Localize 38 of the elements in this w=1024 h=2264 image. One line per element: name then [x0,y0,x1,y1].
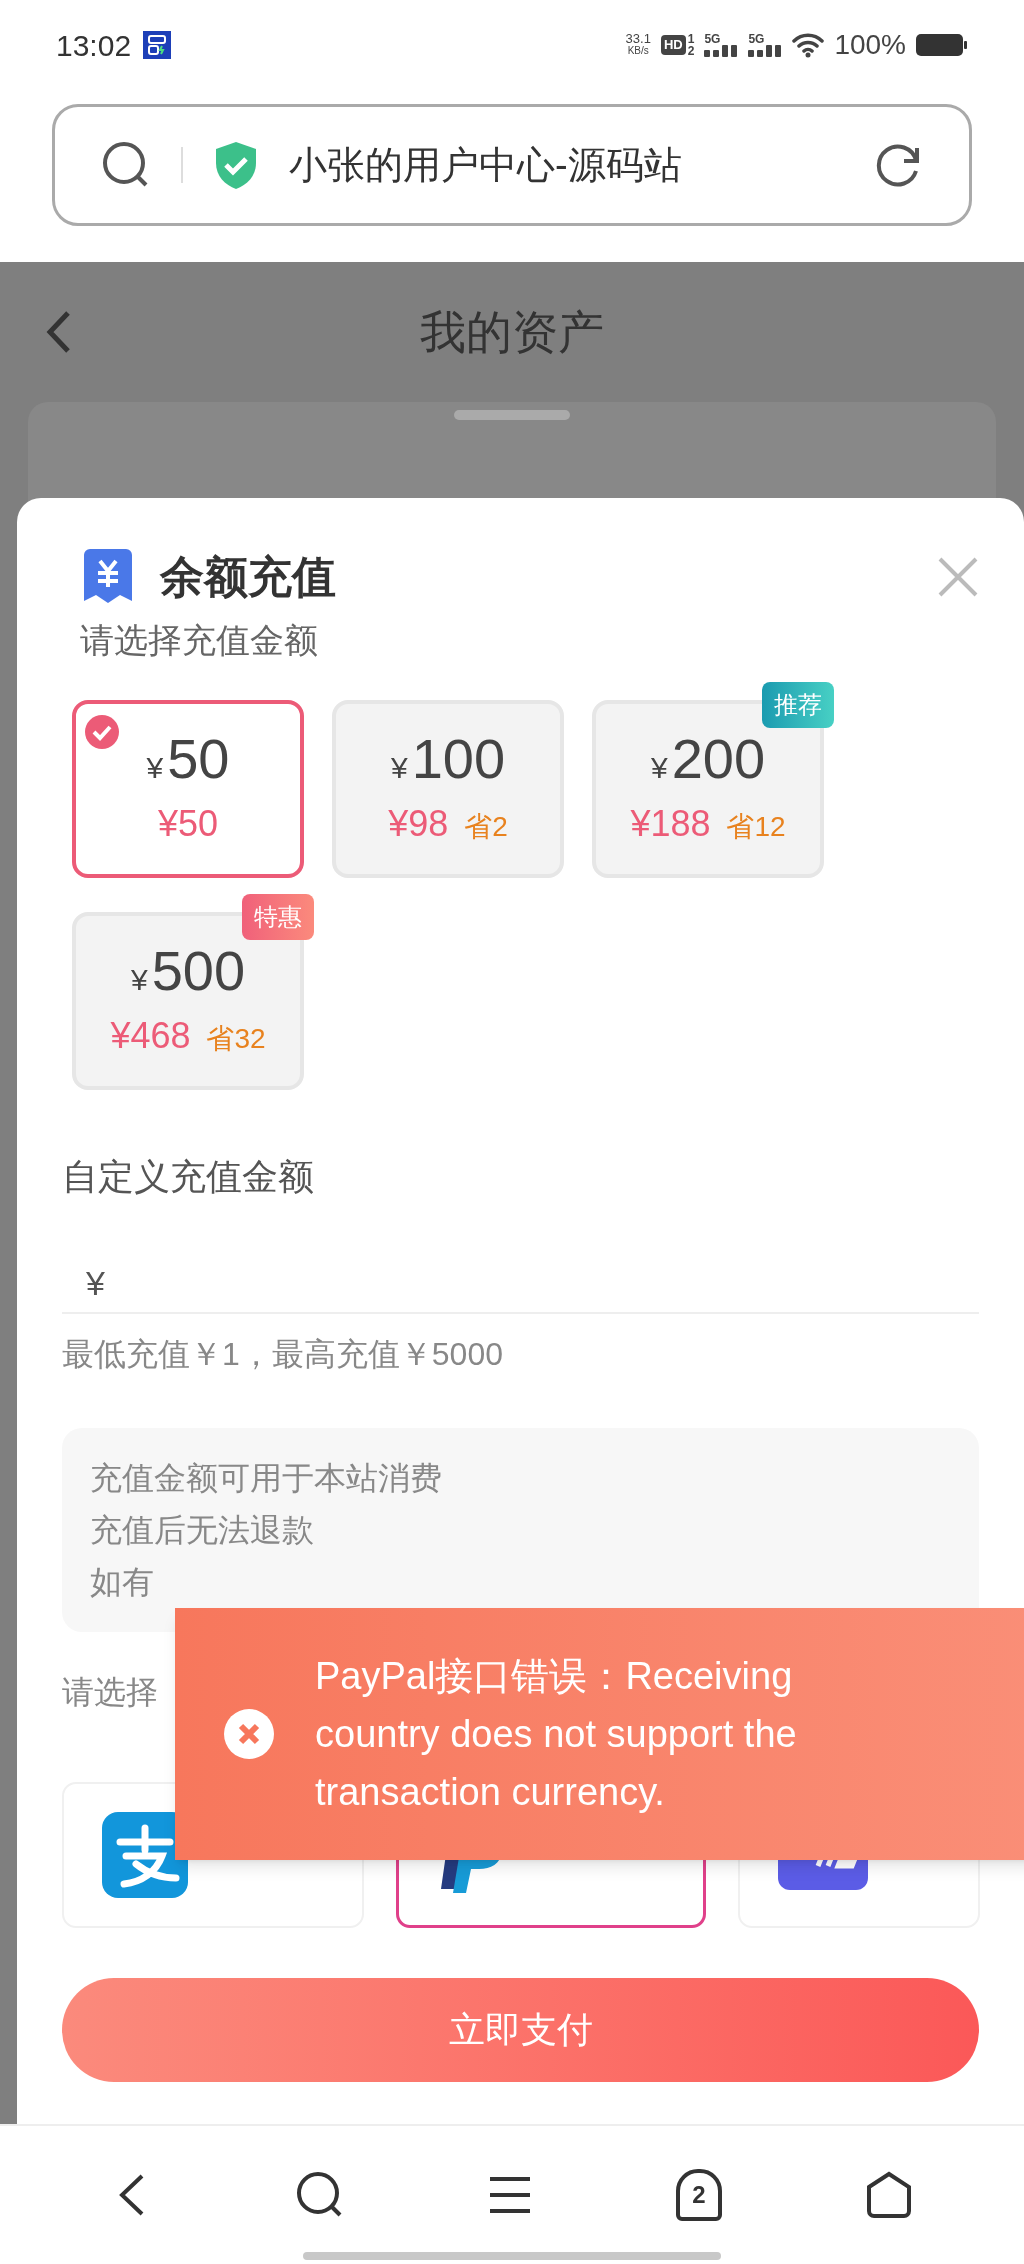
currency-sign: ¥ [130,962,148,998]
net-speed: 33.1 [625,33,651,45]
option-badge: 推荐 [762,682,834,728]
currency-sign: ¥ [390,750,408,786]
network-type: 5G [748,33,765,45]
hd-badge: HD [660,35,686,55]
option-saving: 省12 [726,810,786,844]
option-price: ¥188 [630,802,711,846]
sim-number: 2 [687,45,695,57]
payment-label: 请选择 [62,1673,158,1712]
page-title: 小张的用户中心-源码站 [289,142,683,188]
note-line: 充值后无法退款 [90,1511,315,1550]
custom-amount-label: 自定义充值金额 [62,1155,314,1199]
note-line: 充值金额可用于本站消费 [90,1459,443,1498]
option-saving: 省2 [464,810,508,844]
option-amount: 500 [151,939,246,1003]
network-type: 5G [704,33,721,45]
header-title: 我的资产 [420,304,604,360]
option-price: ¥468 [110,1014,191,1058]
option-badge: 特惠 [242,894,314,940]
net-speed-unit: KB/s [627,45,649,57]
sim-number: 1 [687,33,695,45]
amount-hint: 最低充值￥1，最高充值￥5000 [62,1335,503,1374]
option-amount: 50 [167,727,230,791]
option-amount: 200 [671,727,766,791]
battery-percent: 100% [834,28,906,62]
sheet-title: 余额充值 [160,551,336,603]
option-saving: 省32 [206,1022,266,1056]
currency-sign: ¥ [86,1262,105,1304]
option-price: ¥50 [157,802,219,846]
section-label: 请选择充值金额 [80,620,318,660]
option-price: ¥98 [388,802,449,846]
currency-sign: ¥ [650,750,668,786]
clock: 13:02 [56,27,132,64]
currency-sign: ¥ [146,750,164,786]
option-amount: 100 [411,727,506,791]
error-message: PayPal接口错误：Receiving country does not support the transaction currency. [315,1654,798,1815]
note-line: 如有 [90,1563,155,1602]
